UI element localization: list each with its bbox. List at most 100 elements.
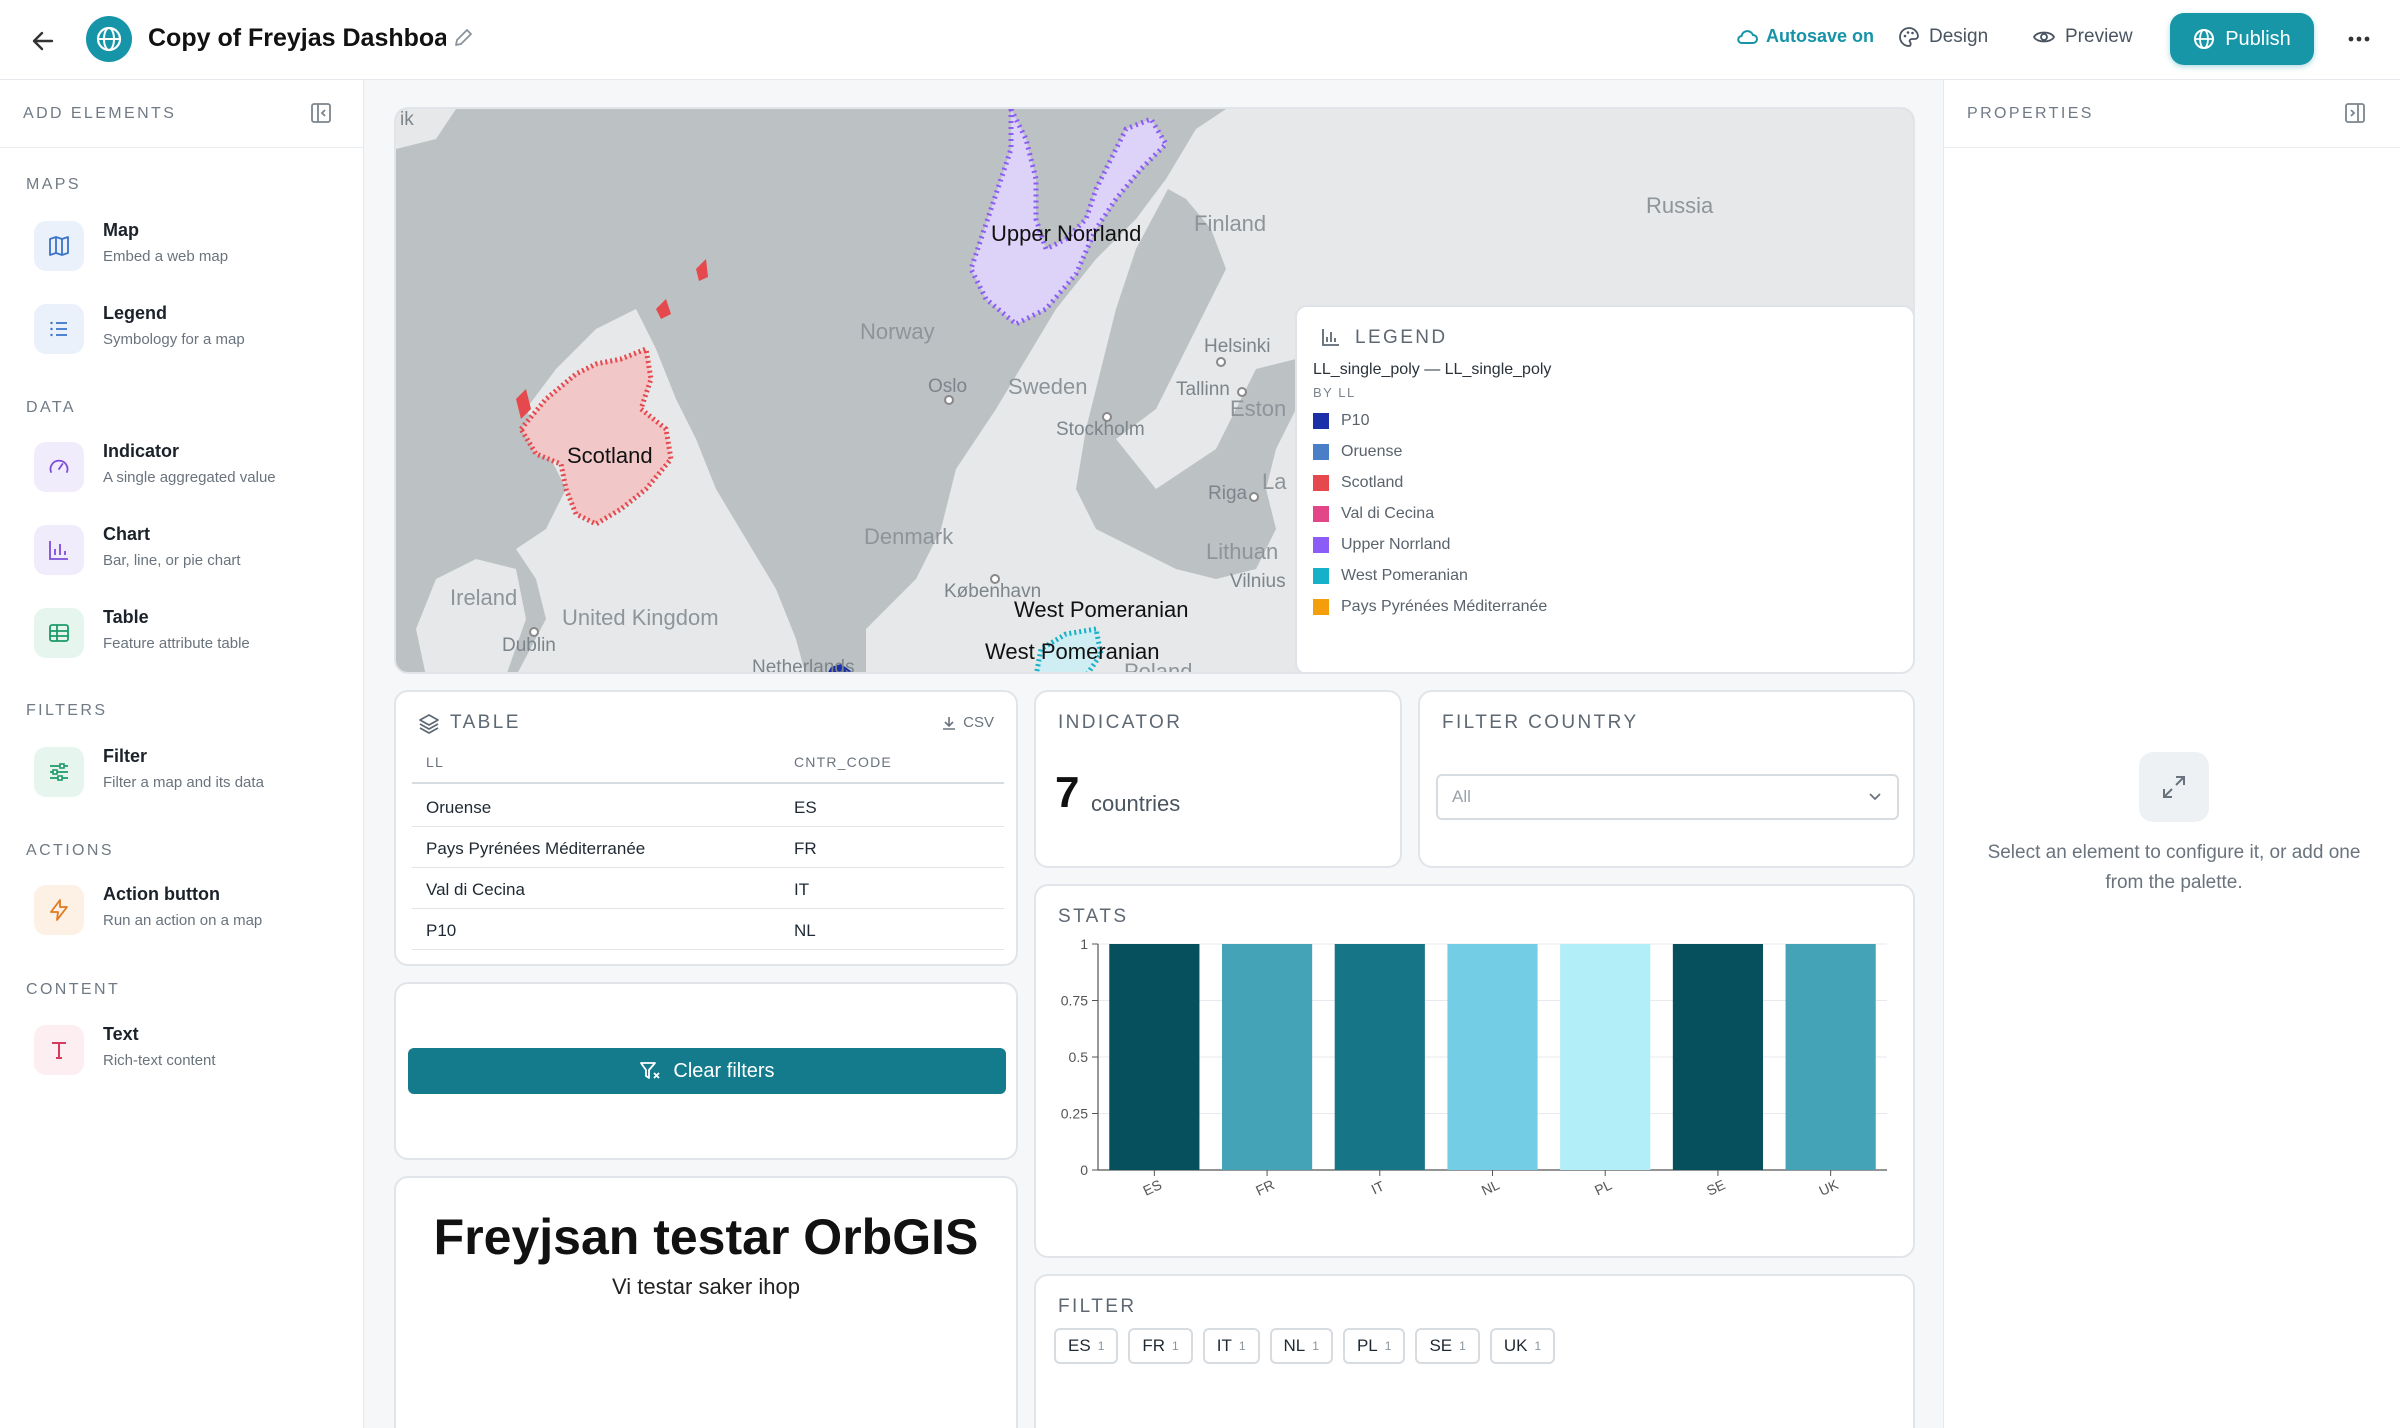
autosave-status: Autosave on <box>1736 26 1874 47</box>
filter-chip[interactable]: SE 1 <box>1415 1328 1480 1364</box>
legend-swatch <box>1313 506 1329 522</box>
table-row[interactable]: Pays Pyrénées Méditerranée FR <box>412 827 1004 868</box>
filter-chip[interactable]: NL 1 <box>1269 1328 1333 1364</box>
filter-chip-count: 1 <box>1384 1339 1392 1353</box>
city-dot-helsinki <box>1216 357 1226 367</box>
filter-chip-count: 1 <box>1097 1339 1105 1353</box>
text-widget[interactable]: Freyjsan testar OrbGIS Vi testar saker i… <box>394 1176 1018 1428</box>
sliders-icon <box>34 747 84 797</box>
table-cell-ll: Pays Pyrénées Méditerranée <box>426 839 646 858</box>
map-label-oslo: Oslo <box>928 376 968 397</box>
map-region-label-west-pomeranian-2: West Pomeranian <box>985 639 1160 664</box>
table-column-ll[interactable]: LL <box>426 754 444 770</box>
legend-layer-name: LL_single_poly — LL_single_poly <box>1313 361 1552 378</box>
table-cell-ll: P10 <box>426 921 457 940</box>
action-element-desc: Run an action on a map <box>103 912 263 929</box>
design-button[interactable]: Design <box>1898 26 1988 48</box>
dashboard-title[interactable]: Copy of Freyjas Dashboard <box>148 24 446 53</box>
legend-chart-icon <box>1321 327 1341 352</box>
legend-title: LEGEND <box>1355 327 1448 348</box>
filter-chip-label: NL <box>1283 1336 1306 1355</box>
legend-by-field: BY LL <box>1313 385 1356 400</box>
chart-element-desc: Bar, line, or pie chart <box>103 552 241 569</box>
preview-button[interactable]: Preview <box>2032 26 2133 48</box>
filter-chip[interactable]: UK 1 <box>1489 1328 1556 1364</box>
map-label-eston: Eston <box>1230 396 1287 421</box>
action-button-widget: Clear filters <box>394 982 1018 1160</box>
collapse-right-panel-icon[interactable] <box>2344 102 2368 126</box>
action-element-name: Action button <box>103 884 220 904</box>
add-indicator-element[interactable]: Indicator A single aggregated value <box>34 437 334 497</box>
indicator-value: 7 <box>1055 768 1080 817</box>
map-label-stockholm: Stockholm <box>1056 419 1145 440</box>
indicator-unit: countries <box>1091 791 1181 816</box>
bar-uk <box>1785 944 1876 1170</box>
map-label-denmark: Denmark <box>864 524 954 549</box>
map-label-ireland: Ireland <box>450 585 518 610</box>
indicator-widget[interactable]: INDICATOR 7 countries <box>1034 690 1402 868</box>
table-widget[interactable]: TABLE CSV LL CNTR_CODE Oruense ES Pays Pyr… <box>394 690 1018 966</box>
x-tick-label: FR <box>1253 1176 1277 1198</box>
add-table-element[interactable]: Table Feature attribute table <box>34 603 334 663</box>
country-select-value: All <box>1452 787 1471 806</box>
add-chart-element[interactable]: Chart Bar, line, or pie chart <box>34 520 334 580</box>
bar-fr <box>1221 944 1313 1170</box>
add-action-button-element[interactable]: Action button Run an action on a map <box>34 880 334 940</box>
stats-chart-widget[interactable]: STATS 0 0.25 0.5 0.75 1 ES FR IT NL PL SE UK <box>1034 884 1915 1258</box>
stats-bar-chart: 0 0.25 0.5 0.75 1 ES FR IT NL PL SE UK <box>1061 936 1887 1199</box>
filter-chip-count: 1 <box>1312 1339 1319 1353</box>
indicator-title: INDICATOR <box>1058 712 1183 733</box>
map-element-name: Map <box>103 220 139 240</box>
chevron-down-icon <box>1869 793 1881 801</box>
add-map-element[interactable]: Map Embed a web map <box>34 216 334 276</box>
table-cell-ll: Val di Cecina <box>426 880 525 899</box>
add-legend-element[interactable]: Legend Symbology for a map <box>34 299 334 359</box>
filter-chip[interactable]: FR 1 <box>1128 1328 1193 1364</box>
table-row[interactable]: Val di Cecina IT <box>412 868 1004 909</box>
collapse-left-panel-icon[interactable] <box>310 102 334 126</box>
legend-item: Upper Norrland <box>1313 535 1450 555</box>
filter-chip[interactable]: ES 1 <box>1054 1328 1119 1364</box>
legend-element-desc: Symbology for a map <box>103 331 245 348</box>
map-widget[interactable]: ik Finland Russia Norway Sweden Oslo Hel… <box>394 107 1915 674</box>
section-label-filters: FILTERS <box>26 702 108 719</box>
add-elements-panel: ADD ELEMENTS MAPS Map Embed a web map Le… <box>0 80 364 1428</box>
city-dot-tallinn <box>1237 387 1247 397</box>
table-column-cntr-code[interactable]: CNTR_CODE <box>794 754 892 770</box>
filter-element-desc: Filter a map and its data <box>103 774 264 791</box>
table-element-name: Table <box>103 607 149 627</box>
bar-chart-icon <box>34 525 84 575</box>
filter-country-widget[interactable]: FILTER COUNTRY All <box>1418 690 1915 868</box>
filter-title: FILTER <box>1058 1296 1137 1317</box>
filter-chip[interactable]: PL 1 <box>1342 1328 1406 1364</box>
add-text-element[interactable]: Text Rich-text content <box>34 1020 334 1080</box>
country-select[interactable]: All <box>1436 774 1899 820</box>
legend-item: Pays Pyrénées Méditerranée <box>1313 597 1547 617</box>
table-cell-cntr-code: PL <box>794 962 815 964</box>
properties-panel: PROPERTIES Select an element to configur… <box>1943 80 2400 1428</box>
table-row[interactable]: West Pomeranian PL <box>412 950 1004 964</box>
filter-chip[interactable]: IT 1 <box>1202 1328 1260 1364</box>
more-options-icon[interactable] <box>2342 24 2376 54</box>
bar-es <box>1109 944 1200 1170</box>
legend-widget[interactable]: LEGEND LL_single_poly — LL_single_poly B… <box>1295 305 1913 672</box>
add-filter-element[interactable]: Filter Filter a map and its data <box>34 742 334 802</box>
publish-button[interactable]: Publish <box>2170 13 2314 65</box>
map-label-dublin: Dublin <box>502 635 556 656</box>
x-tick-label: ES <box>1140 1176 1164 1198</box>
table-row[interactable]: P10 NL <box>412 909 1004 950</box>
clear-filters-button[interactable]: Clear filters <box>408 1048 1006 1094</box>
legend-swatch <box>1313 568 1329 584</box>
table-row[interactable]: Oruense ES <box>412 786 1004 827</box>
map-region-label-upper-norrland: Upper Norrland <box>991 221 1142 246</box>
legend-item-label: Pays Pyrénées Méditerranée <box>1341 598 1548 615</box>
csv-download-button[interactable]: CSV <box>941 714 994 731</box>
pencil-edit-icon[interactable] <box>452 27 476 51</box>
legend-swatch <box>1313 537 1329 553</box>
download-icon <box>943 716 956 730</box>
filter-widget[interactable]: FILTER ES 1 FR 1 IT 1 NL 1 PL 1 SE 1 UK 1 <box>1034 1274 1915 1428</box>
filter-chips: ES 1 FR 1 IT 1 NL 1 PL 1 SE 1 UK 1 <box>1054 1328 1556 1364</box>
back-arrow-icon[interactable] <box>26 24 60 58</box>
legend-item-label: West Pomeranian <box>1341 567 1468 584</box>
filter-chip-count: 1 <box>1172 1339 1179 1353</box>
